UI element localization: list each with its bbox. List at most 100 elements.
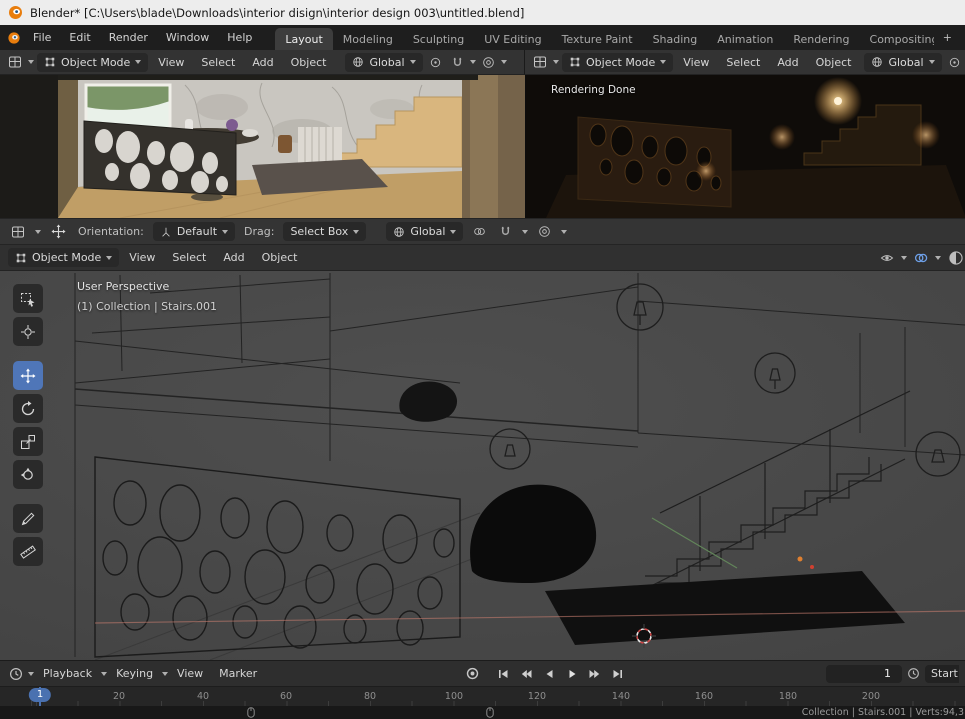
overlays-icon[interactable] bbox=[911, 249, 931, 267]
tab-uv-editing[interactable]: UV Editing bbox=[474, 28, 551, 50]
tab-layout[interactable]: Layout bbox=[275, 28, 333, 50]
editor-type-icon[interactable] bbox=[8, 223, 28, 241]
chevron-down-icon[interactable] bbox=[28, 671, 34, 676]
chevron-down-icon[interactable] bbox=[469, 60, 476, 64]
jump-to-start-icon[interactable] bbox=[493, 665, 513, 683]
jump-to-end-icon[interactable] bbox=[608, 665, 628, 683]
move-tool[interactable] bbox=[13, 361, 43, 390]
magnet-icon[interactable] bbox=[448, 54, 467, 71]
magnet-icon[interactable] bbox=[496, 223, 515, 240]
menu-select[interactable]: Select bbox=[719, 54, 767, 71]
frame-tick: 60 bbox=[279, 691, 293, 702]
window-title: Blender* [C:\Users\blade\Downloads\inter… bbox=[30, 5, 525, 20]
current-frame-marker[interactable]: 1 bbox=[28, 688, 52, 702]
transform-orientation-dropdown[interactable]: Global bbox=[864, 52, 942, 72]
menu-add[interactable]: Add bbox=[770, 54, 805, 71]
current-frame-field[interactable]: 1 bbox=[826, 664, 902, 683]
menu-help[interactable]: Help bbox=[218, 28, 261, 47]
cursor-tool[interactable] bbox=[13, 317, 43, 346]
menu-render[interactable]: Render bbox=[100, 28, 157, 47]
menu-edit[interactable]: Edit bbox=[60, 28, 99, 47]
annotate-tool[interactable] bbox=[13, 504, 43, 533]
menu-playback[interactable]: Playback bbox=[36, 665, 99, 682]
chevron-down-icon[interactable] bbox=[35, 229, 41, 234]
menu-object[interactable]: Object bbox=[255, 249, 305, 266]
menu-add[interactable]: Add bbox=[216, 249, 251, 266]
rotate-tool[interactable] bbox=[13, 394, 43, 423]
next-keyframe-icon[interactable] bbox=[585, 665, 605, 683]
proportional-editing-icon[interactable] bbox=[535, 223, 554, 240]
menu-select[interactable]: Select bbox=[194, 54, 242, 71]
auto-keying-icon[interactable] bbox=[462, 665, 482, 683]
chevron-down-icon[interactable] bbox=[901, 255, 907, 260]
render-preview-night[interactable]: Rendering Done bbox=[525, 75, 965, 218]
active-tool-move-icon[interactable] bbox=[48, 222, 69, 241]
render-preview-day[interactable] bbox=[0, 75, 525, 218]
active-collection-label: (1) Collection | Stairs.001 bbox=[77, 300, 218, 313]
timeline-ruler[interactable]: 20 40 60 80 100 120 140 160 180 200 1 bbox=[0, 686, 965, 706]
tab-shading[interactable]: Shading bbox=[643, 28, 708, 50]
pivot-point-icon[interactable] bbox=[945, 54, 964, 71]
clock-icon[interactable] bbox=[6, 665, 26, 683]
visibility-eye-icon[interactable] bbox=[877, 249, 897, 267]
menu-keying[interactable]: Keying bbox=[109, 665, 160, 682]
tab-texture-paint[interactable]: Texture Paint bbox=[552, 28, 643, 50]
menu-view[interactable]: View bbox=[151, 54, 191, 71]
menu-view[interactable]: View bbox=[676, 54, 716, 71]
transform-orientation-dropdown[interactable]: Global bbox=[345, 52, 423, 72]
menu-view[interactable]: View bbox=[170, 665, 210, 682]
menu-window[interactable]: Window bbox=[157, 28, 218, 47]
chevron-down-icon[interactable] bbox=[28, 60, 34, 64]
axis-icon bbox=[160, 226, 172, 238]
menu-add[interactable]: Add bbox=[245, 54, 280, 71]
mode-dropdown[interactable]: Object Mode bbox=[562, 52, 674, 72]
tab-animation[interactable]: Animation bbox=[707, 28, 783, 50]
viewport-toggles bbox=[877, 248, 963, 268]
blender-menu-icon[interactable] bbox=[4, 29, 24, 47]
tab-rendering[interactable]: Rendering bbox=[783, 28, 859, 50]
start-frame-field[interactable]: Start bbox=[925, 664, 959, 683]
viewport-header: Object Mode View Select Add Object bbox=[0, 245, 965, 271]
tab-modeling[interactable]: Modeling bbox=[333, 28, 403, 50]
pivot-point-icon[interactable] bbox=[426, 54, 445, 71]
orientation-dropdown[interactable]: Default bbox=[152, 222, 236, 241]
shading-sphere-icon[interactable] bbox=[945, 248, 965, 268]
chevron-down-icon bbox=[928, 60, 935, 64]
mode-dropdown[interactable]: Object Mode bbox=[37, 52, 149, 72]
measure-tool[interactable] bbox=[13, 537, 43, 566]
play-reverse-icon[interactable] bbox=[539, 665, 559, 683]
menu-view[interactable]: View bbox=[122, 249, 162, 266]
mouse-icon bbox=[247, 707, 255, 719]
add-workspace-button[interactable]: + bbox=[934, 31, 961, 44]
transform-orientation-dropdown[interactable]: Global bbox=[386, 222, 464, 241]
clock-icon[interactable] bbox=[904, 665, 923, 682]
menu-object[interactable]: Object bbox=[809, 54, 859, 71]
chevron-down-icon[interactable] bbox=[522, 229, 529, 234]
play-icon[interactable] bbox=[562, 665, 582, 683]
transform-tool[interactable] bbox=[13, 460, 43, 489]
menu-file[interactable]: File bbox=[24, 28, 60, 47]
chevron-down-icon[interactable] bbox=[561, 229, 568, 234]
proportional-editing-icon[interactable] bbox=[479, 54, 498, 71]
mode-dropdown[interactable]: Object Mode bbox=[8, 248, 120, 267]
box-select-tool[interactable] bbox=[13, 284, 43, 313]
chevron-down-icon[interactable] bbox=[553, 60, 559, 64]
frame-tick: 200 bbox=[861, 691, 881, 702]
menu-object[interactable]: Object bbox=[284, 54, 334, 71]
main-3d-viewport[interactable]: User Perspective (1) Collection | Stairs… bbox=[0, 271, 965, 660]
tab-compositing[interactable]: Compositing bbox=[860, 28, 934, 50]
blender-logo-icon bbox=[8, 5, 23, 20]
snap-target-icon[interactable] bbox=[470, 223, 489, 240]
chevron-down-icon bbox=[135, 60, 142, 64]
editor-type-icon[interactable] bbox=[5, 53, 25, 71]
chevron-down-icon[interactable] bbox=[935, 255, 941, 260]
drag-dropdown[interactable]: Select Box bbox=[283, 222, 367, 241]
chevron-down-icon[interactable] bbox=[500, 60, 507, 64]
editor-type-icon[interactable] bbox=[530, 53, 550, 71]
tab-sculpting[interactable]: Sculpting bbox=[403, 28, 474, 50]
start-frame-label: Start bbox=[931, 667, 958, 680]
menu-marker[interactable]: Marker bbox=[212, 665, 264, 682]
menu-select[interactable]: Select bbox=[165, 249, 213, 266]
previous-keyframe-icon[interactable] bbox=[516, 665, 536, 683]
scale-tool[interactable] bbox=[13, 427, 43, 456]
